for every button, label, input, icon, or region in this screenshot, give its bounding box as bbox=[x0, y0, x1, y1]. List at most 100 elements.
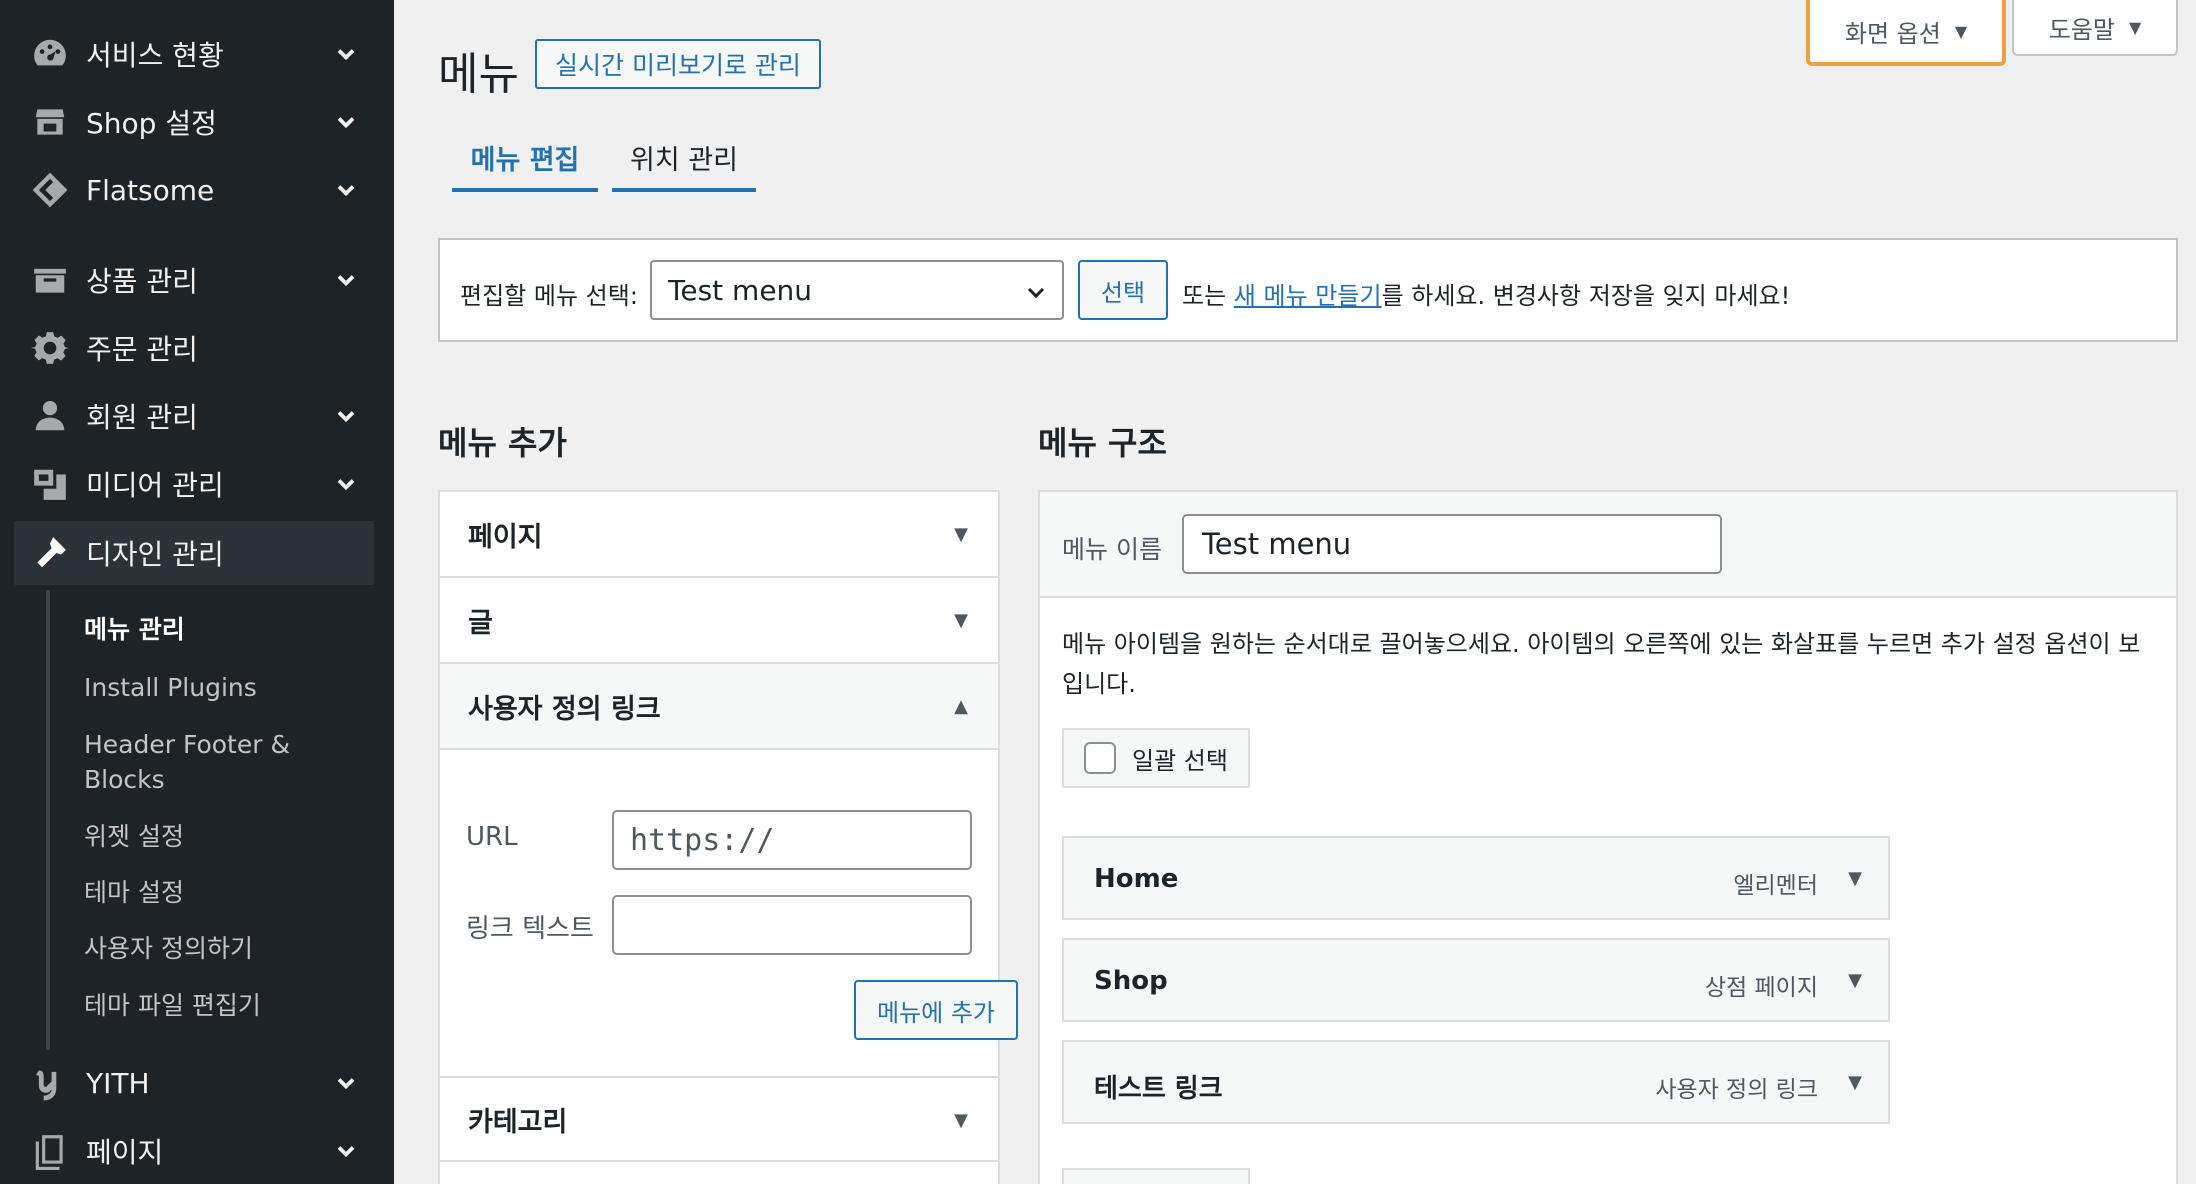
menu-item-shop[interactable]: Shop 상점 페이지 ▼ bbox=[1062, 938, 1890, 1022]
sidebar-item-shop[interactable]: Shop 설정 bbox=[0, 90, 394, 154]
manage-hint-after: 를 하세요. 변경사항 저장을 잊지 마세요! bbox=[1381, 282, 1791, 310]
tab-edit-menus[interactable]: 메뉴 편집 bbox=[452, 126, 598, 192]
chevron-down-icon bbox=[332, 402, 360, 430]
chevron-down-icon bbox=[1024, 278, 1048, 302]
chevron-down-icon bbox=[332, 176, 360, 204]
manage-menus-bar: 편집할 메뉴 선택: Test menu 선택 또는 새 메뉴 만들기를 하세요… bbox=[438, 238, 2178, 342]
submenu-divider bbox=[46, 590, 50, 1050]
caret-down-icon: ▼ bbox=[2128, 17, 2142, 37]
sidebar-item-media[interactable]: 미디어 관리 bbox=[0, 452, 394, 516]
bulk-select-toggle-bottom[interactable] bbox=[1062, 1168, 1250, 1184]
appearance-icon bbox=[28, 531, 72, 575]
sidebar-item-flatsome[interactable]: Flatsome bbox=[0, 158, 394, 222]
sidebar-item-dashboard[interactable]: 서비스 현황 bbox=[0, 22, 394, 86]
admin-sidebar: 서비스 현황 Shop 설정 Flatsome 상품 관리 주문 관리 회원 관… bbox=[0, 0, 394, 1184]
accordion-pages[interactable]: 페이지 ▼ bbox=[440, 492, 998, 578]
manage-hint: 또는 새 메뉴 만들기를 하세요. 변경사항 저장을 잊지 마세요! bbox=[1182, 276, 1790, 311]
caret-down-icon[interactable]: ▼ bbox=[1848, 970, 1862, 991]
caret-up-icon: ▲ bbox=[954, 696, 968, 717]
submenu-item-header-footer-blocks[interactable]: Blocks bbox=[84, 762, 165, 797]
caret-down-icon: ▼ bbox=[954, 610, 968, 631]
tab-manage-locations[interactable]: 위치 관리 bbox=[612, 126, 756, 192]
sidebar-item-pages[interactable]: 페이지 bbox=[0, 1119, 394, 1183]
menu-item-type: 상점 페이지 bbox=[1704, 975, 1818, 1001]
live-preview-label: 실시간 미리보기로 관리 bbox=[555, 51, 801, 80]
products-icon bbox=[28, 258, 72, 302]
add-to-menu-button[interactable]: 메뉴에 추가 bbox=[854, 980, 1018, 1040]
caret-down-icon[interactable]: ▼ bbox=[1848, 868, 1862, 889]
screen-options-button[interactable]: 화면 옵션 ▼ bbox=[1806, 0, 2006, 66]
menu-item-title: Home bbox=[1094, 864, 1179, 894]
sidebar-item-label: 상품 관리 bbox=[86, 265, 198, 298]
sidebar-item-appearance[interactable]: 디자인 관리 bbox=[14, 521, 374, 585]
page-title: 메뉴 bbox=[438, 49, 519, 100]
sidebar-item-products[interactable]: 상품 관리 bbox=[0, 248, 394, 312]
accordion-label: 카테고리 bbox=[468, 1106, 568, 1138]
dashboard-icon bbox=[28, 32, 72, 76]
menu-item-title: Shop bbox=[1094, 966, 1168, 996]
accordion-custom-links[interactable]: 사용자 정의 링크 ▲ bbox=[440, 664, 998, 750]
bulk-select-checkbox[interactable] bbox=[1084, 742, 1116, 774]
add-menu-items-title: 메뉴 추가 bbox=[438, 424, 567, 462]
submenu-item-theme-settings[interactable]: 테마 설정 bbox=[84, 875, 184, 910]
sidebar-item-label: 디자인 관리 bbox=[86, 538, 224, 571]
help-button[interactable]: 도움말 ▼ bbox=[2012, 0, 2178, 56]
main-content: 메뉴 실시간 미리보기로 관리 화면 옵션 ▼ 도움말 ▼ 메뉴 편집 위치 관리 … bbox=[394, 0, 2196, 1184]
menu-select-dropdown[interactable]: Test menu bbox=[650, 260, 1064, 320]
submenu-item-install-plugins[interactable]: Install Plugins bbox=[84, 670, 257, 705]
yith-icon bbox=[28, 1061, 72, 1105]
menu-structure-panel: 메뉴 이름 Test menu 메뉴 아이템을 원하는 순서대로 끌어놓으세요.… bbox=[1038, 490, 2178, 1184]
sidebar-item-users[interactable]: 회원 관리 bbox=[0, 384, 394, 448]
user-icon bbox=[28, 394, 72, 438]
accordion-label: 사용자 정의 링크 bbox=[468, 693, 661, 725]
gear-icon bbox=[28, 326, 72, 370]
submenu-item-customize[interactable]: 사용자 정의하기 bbox=[84, 931, 253, 966]
select-menu-button[interactable]: 선택 bbox=[1078, 260, 1168, 320]
select-menu-label: 편집할 메뉴 선택: bbox=[460, 282, 638, 310]
accordion-posts[interactable]: 글 ▼ bbox=[440, 578, 998, 664]
create-new-menu-link[interactable]: 새 메뉴 만들기 bbox=[1234, 282, 1382, 310]
caret-down-icon: ▼ bbox=[954, 524, 968, 545]
sidebar-item-label: 서비스 현황 bbox=[86, 39, 224, 72]
submenu-item-header-footer[interactable]: Header Footer & bbox=[84, 727, 290, 762]
menu-item-type: 사용자 정의 링크 bbox=[1655, 1077, 1818, 1103]
menu-structure-title: 메뉴 구조 bbox=[1038, 424, 1167, 462]
menu-name-bar: 메뉴 이름 Test menu bbox=[1040, 492, 2176, 598]
submenu-item-theme-editor[interactable]: 테마 파일 편집기 bbox=[84, 988, 261, 1023]
url-input[interactable]: https:// bbox=[612, 810, 972, 870]
caret-down-icon[interactable]: ▼ bbox=[1848, 1072, 1862, 1093]
accordion-label: 페이지 bbox=[468, 521, 543, 553]
accordion-categories[interactable]: 카테고리 ▼ bbox=[440, 1076, 998, 1162]
bulk-select-toggle[interactable]: 일괄 선택 bbox=[1062, 728, 1250, 788]
flatsome-icon bbox=[28, 168, 72, 212]
sidebar-item-label: YITH bbox=[86, 1066, 150, 1100]
sidebar-item-yith[interactable]: YITH bbox=[0, 1051, 394, 1115]
link-text-input[interactable] bbox=[612, 895, 972, 955]
live-preview-button[interactable]: 실시간 미리보기로 관리 bbox=[535, 39, 821, 89]
caret-down-icon: ▼ bbox=[954, 1110, 968, 1131]
menu-item-home[interactable]: Home 엘리멘터 ▼ bbox=[1062, 836, 1890, 920]
menu-name-label: 메뉴 이름 bbox=[1062, 535, 1162, 564]
submenu-item-widgets[interactable]: 위젯 설정 bbox=[84, 819, 184, 854]
help-label: 도움말 bbox=[2048, 15, 2115, 44]
menu-item-type: 엘리멘터 bbox=[1733, 873, 1818, 899]
pages-icon bbox=[28, 1129, 72, 1173]
sidebar-item-orders[interactable]: 주문 관리 bbox=[0, 316, 394, 380]
sidebar-item-label: Shop 설정 bbox=[86, 107, 217, 140]
drag-instructions: 메뉴 아이템을 원하는 순서대로 끌어놓으세요. 아이템의 오른쪽에 있는 화살… bbox=[1062, 630, 2141, 698]
menu-name-input[interactable]: Test menu bbox=[1182, 514, 1722, 574]
chevron-down-icon bbox=[332, 1069, 360, 1097]
sidebar-item-label: 페이지 bbox=[86, 1136, 164, 1169]
add-menu-items-accordion: 페이지 ▼ 글 ▼ 사용자 정의 링크 ▲ URL https:// 링크 텍스… bbox=[438, 490, 1018, 1184]
bulk-select-label: 일괄 선택 bbox=[1132, 746, 1228, 775]
chevron-down-icon bbox=[332, 470, 360, 498]
sidebar-item-label: 미디어 관리 bbox=[86, 469, 224, 502]
sidebar-item-label: 회원 관리 bbox=[86, 401, 198, 434]
url-label: URL bbox=[466, 822, 518, 852]
chevron-down-icon bbox=[332, 266, 360, 294]
menu-item-test-link[interactable]: 테스트 링크 사용자 정의 링크 ▼ bbox=[1062, 1040, 1890, 1124]
shop-icon bbox=[28, 100, 72, 144]
sidebar-item-label: Flatsome bbox=[86, 173, 215, 207]
media-icon bbox=[28, 462, 72, 506]
submenu-item-menus[interactable]: 메뉴 관리 bbox=[84, 612, 185, 647]
